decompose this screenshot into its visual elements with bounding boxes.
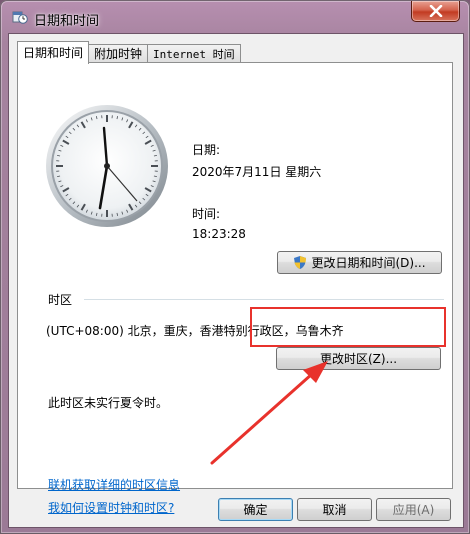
annotation-arrow (210, 361, 328, 465)
tab-date-time[interactable]: 日期和时间 (17, 41, 90, 64)
